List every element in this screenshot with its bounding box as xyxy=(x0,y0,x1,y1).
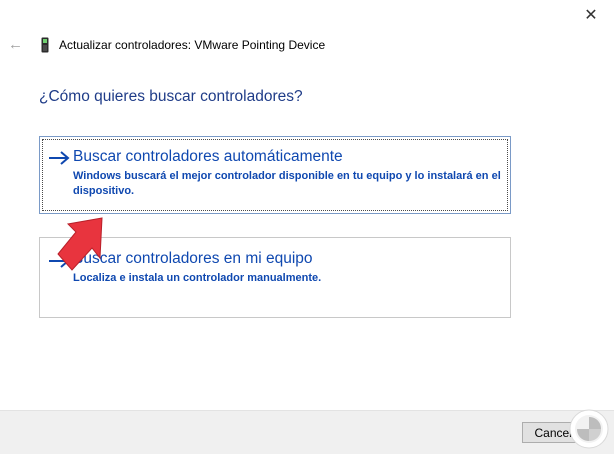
footer-bar: Cancelar xyxy=(0,410,614,454)
option-description: Localiza e instala un controlador manual… xyxy=(73,272,322,284)
arrow-right-icon xyxy=(49,151,70,165)
option-description: Windows buscará el mejor controlador dis… xyxy=(73,170,501,197)
close-icon: ✕ xyxy=(584,7,598,24)
option-title: Buscar controladores automáticamente xyxy=(73,148,343,165)
device-icon xyxy=(41,37,49,53)
window-title: Actualizar controladores: VMware Pointin… xyxy=(59,38,326,52)
back-arrow-icon: ← xyxy=(8,36,23,53)
back-button[interactable]: ← xyxy=(8,36,24,54)
pointer-annotation-icon xyxy=(57,217,103,271)
close-button[interactable]: ✕ xyxy=(568,0,614,30)
page-question: ¿Cómo quieres buscar controladores? xyxy=(39,88,303,105)
watermark-logo-icon xyxy=(569,409,609,449)
search-automatically-option[interactable]: Buscar controladores automáticamente Win… xyxy=(39,136,511,214)
